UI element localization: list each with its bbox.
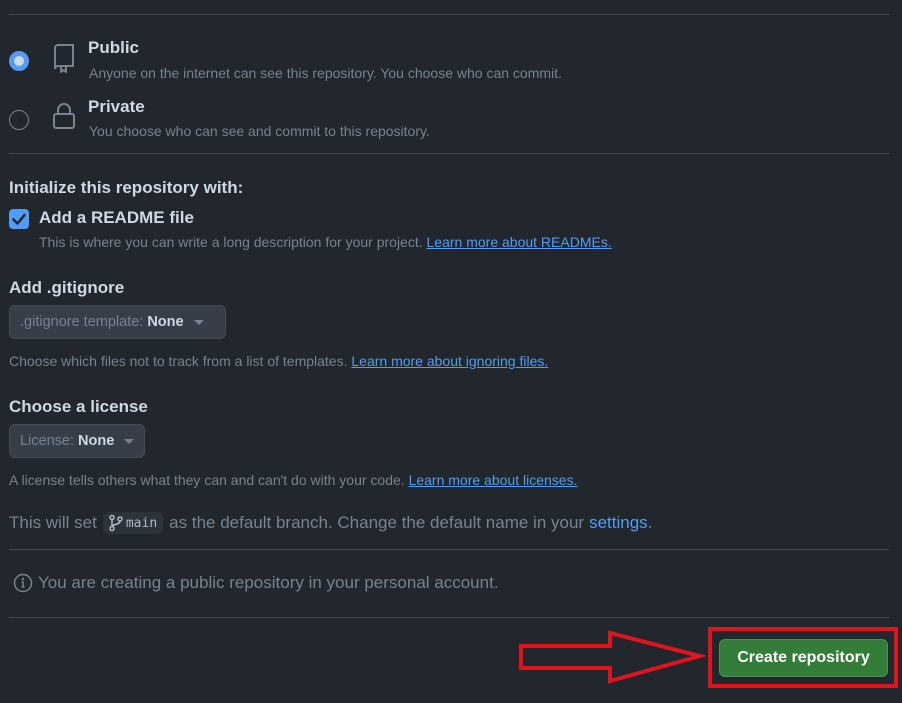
license-note: A license tells others what they can and… xyxy=(9,472,577,488)
create-repository-button[interactable]: Create repository xyxy=(719,639,888,677)
divider xyxy=(9,153,889,154)
gitignore-heading: Add .gitignore xyxy=(9,278,125,297)
initialize-heading: Initialize this repository with: xyxy=(9,178,244,197)
license-select-value: None xyxy=(78,433,115,449)
readme-description: This is where you can write a long descr… xyxy=(39,234,423,250)
settings-link[interactable]: settings xyxy=(589,513,648,533)
private-description: You choose who can see and commit to thi… xyxy=(89,123,430,139)
new-repository-form: Public Anyone on the internet can see th… xyxy=(0,0,902,703)
license-select[interactable]: License: None xyxy=(9,424,145,458)
branch-name: main xyxy=(125,515,158,531)
gitignore-description: Choose which files not to track from a l… xyxy=(9,353,348,369)
info-text: You are creating a public repository in … xyxy=(38,573,499,592)
divider xyxy=(9,14,889,15)
readme-learn-more-link[interactable]: Learn more about READMEs. xyxy=(427,234,612,250)
repo-icon xyxy=(54,44,74,73)
branch-middle: as the default branch. Change the defaul… xyxy=(169,513,585,532)
license-heading: Choose a license xyxy=(9,397,148,416)
public-radio[interactable] xyxy=(9,51,29,71)
arrow-annotation-icon xyxy=(519,630,706,684)
license-select-prefix: License: xyxy=(20,433,75,449)
public-description: Anyone on the internet can see this repo… xyxy=(89,65,562,81)
branch-prefix: This will set xyxy=(9,513,97,532)
caret-down-icon xyxy=(193,319,204,325)
private-radio[interactable] xyxy=(9,110,29,130)
branch-suffix: . xyxy=(647,513,653,532)
lock-icon xyxy=(53,103,75,129)
gitignore-select[interactable]: .gitignore template: None xyxy=(9,305,226,339)
gitignore-learn-more-link[interactable]: Learn more about ignoring files. xyxy=(351,353,548,369)
info-line: You are creating a public repository in … xyxy=(13,573,499,593)
info-icon xyxy=(13,573,33,593)
license-description: A license tells others what they can and… xyxy=(9,472,405,488)
check-icon xyxy=(12,213,26,225)
readme-note: This is where you can write a long descr… xyxy=(39,234,612,250)
gitignore-select-prefix: .gitignore template: xyxy=(20,314,144,330)
readme-label[interactable]: Add a README file xyxy=(39,208,194,228)
git-branch-icon xyxy=(109,514,123,532)
divider xyxy=(9,549,889,550)
default-branch-line: This will set main as the default branch… xyxy=(9,512,652,534)
readme-checkbox[interactable] xyxy=(9,209,29,229)
caret-down-icon xyxy=(124,438,135,444)
gitignore-select-value: None xyxy=(147,314,184,330)
public-title[interactable]: Public xyxy=(88,38,139,58)
branch-chip: main xyxy=(102,512,164,534)
private-title[interactable]: Private xyxy=(88,97,145,117)
license-learn-more-link[interactable]: Learn more about licenses. xyxy=(409,472,578,488)
divider xyxy=(9,617,889,618)
gitignore-note: Choose which files not to track from a l… xyxy=(9,353,548,369)
